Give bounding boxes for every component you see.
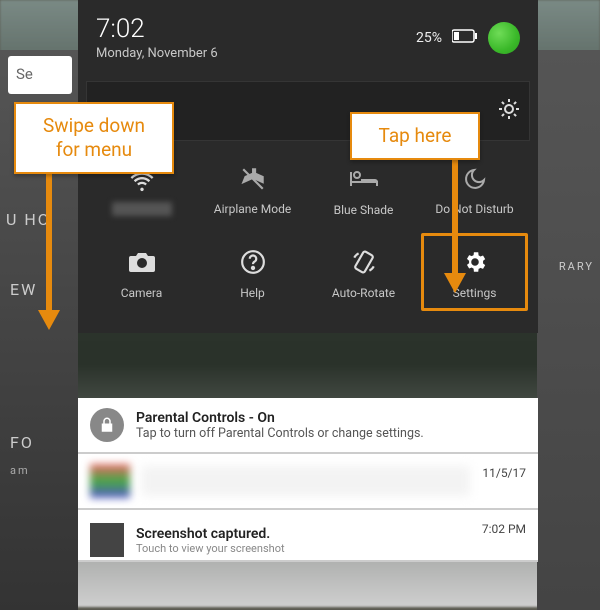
notification-redacted[interactable]: 11/5/17 (78, 454, 538, 510)
profile-avatar[interactable] (488, 22, 520, 54)
blue-shade-tile[interactable]: Blue Shade (310, 153, 417, 225)
auto-rotate-label: Auto-Rotate (332, 286, 395, 300)
clock-date: Monday, November 6 (96, 46, 218, 61)
bg-text: am (10, 464, 30, 477)
brightness-icon (497, 97, 521, 125)
help-tile[interactable]: Help (199, 233, 306, 311)
do-not-disturb-tile[interactable]: Do Not Disturb (421, 153, 528, 225)
background-search-box: Se (8, 56, 72, 94)
lock-icon (90, 408, 124, 442)
notification-list: Parental Controls - On Tap to turn off P… (78, 398, 538, 562)
airplane-label: Airplane Mode (214, 203, 291, 216)
battery-percent: 25% (416, 30, 442, 46)
notification-text: Tap to turn off Parental Controls or cha… (136, 426, 526, 441)
status-left: 7:02 Monday, November 6 (96, 14, 218, 61)
callout-text: Swipe down for menu (43, 114, 145, 161)
status-right: 25% (416, 22, 520, 54)
notification-parental-controls[interactable]: Parental Controls - On Tap to turn off P… (78, 398, 538, 454)
callout-text: Tap here (379, 124, 452, 147)
notification-time: 11/5/17 (482, 466, 526, 480)
background-right-strip: RARY (537, 50, 600, 610)
camera-label: Camera (121, 286, 163, 300)
callout-swipe-down: Swipe down for menu (14, 102, 174, 174)
arrow-down-tap (440, 150, 470, 295)
camera-tile[interactable]: Camera (88, 233, 195, 311)
bg-text: FO (10, 433, 34, 452)
callout-tap-here: Tap here (350, 112, 480, 160)
clock-time: 7:02 (96, 14, 218, 44)
blue-shade-label: Blue Shade (334, 203, 394, 217)
notification-body: Screenshot captured. Touch to view your … (136, 526, 470, 555)
notification-title: Parental Controls - On (136, 410, 526, 426)
arrow-down-swipe (34, 162, 64, 332)
help-icon (237, 246, 269, 278)
airplane-icon (237, 163, 269, 195)
app-icon (90, 464, 130, 498)
help-label: Help (240, 286, 265, 300)
search-text: Se (16, 65, 33, 83)
camera-icon (126, 246, 158, 278)
bed-icon (348, 163, 380, 195)
notification-screenshot[interactable]: Screenshot captured. Touch to view your … (78, 510, 538, 562)
bg-text: RARY (559, 260, 594, 273)
rotate-icon (348, 246, 380, 278)
notification-title: Screenshot captured. (136, 526, 470, 542)
airplane-mode-tile[interactable]: Airplane Mode (199, 153, 306, 225)
notification-text: Touch to view your screenshot (136, 542, 470, 555)
notification-time: 7:02 PM (482, 522, 526, 536)
status-bar: 7:02 Monday, November 6 25% (78, 0, 538, 77)
screenshot-thumbnail (90, 523, 124, 557)
settings-tile[interactable]: Settings (421, 233, 528, 311)
auto-rotate-tile[interactable]: Auto-Rotate (310, 233, 417, 311)
notification-body (142, 466, 470, 496)
wifi-ssid-label (112, 202, 172, 216)
notification-body: Parental Controls - On Tap to turn off P… (136, 410, 526, 441)
battery-icon (452, 28, 478, 47)
